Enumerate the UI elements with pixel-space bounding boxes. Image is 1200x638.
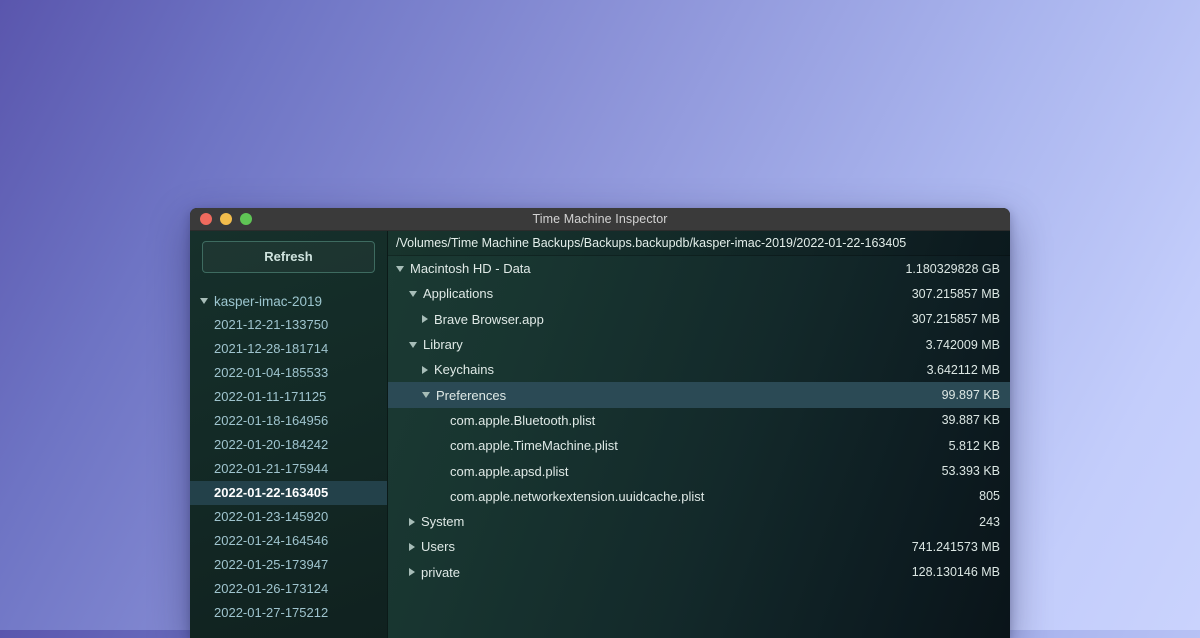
tree-row-label: Brave Browser.app xyxy=(434,311,544,327)
tree-row-label: Preferences xyxy=(436,387,507,403)
close-button[interactable] xyxy=(200,213,212,225)
tree-row-label: com.apple.apsd.plist xyxy=(450,463,569,479)
window-title: Time Machine Inspector xyxy=(532,212,668,226)
snapshot-item[interactable]: 2022-01-24-164546 xyxy=(190,529,387,553)
tree-row[interactable]: com.apple.apsd.plist 53.393 KB xyxy=(388,458,1010,483)
snapshot-item[interactable]: 2022-01-26-173124 xyxy=(190,577,387,601)
traffic-lights xyxy=(190,213,252,225)
chevron-down-icon[interactable] xyxy=(409,290,417,297)
tree-row-size: 128.130146 MB xyxy=(911,565,1000,580)
tree-row-size: 3.742009 MB xyxy=(925,337,1000,352)
tree-row[interactable]: com.apple.TimeMachine.plist 5.812 KB xyxy=(388,433,1010,458)
tree-row-label: Library xyxy=(423,337,463,353)
chevron-down-icon[interactable] xyxy=(409,341,417,348)
snapshot-item[interactable]: 2021-12-28-181714 xyxy=(190,337,387,361)
snapshot-item[interactable]: 2022-01-11-171125 xyxy=(190,385,387,409)
app-window: Time Machine Inspector Refresh kasper-im… xyxy=(190,208,1010,638)
snapshot-list: 2021-12-21-133750 2021-12-28-181714 2022-0… xyxy=(190,313,387,625)
tree-row-size: 307.215857 MB xyxy=(911,286,1000,301)
window-body: Refresh kasper-imac-2019 2021-12-21-1337… xyxy=(190,231,1010,638)
tree-row-name-cell: Macintosh HD - Data xyxy=(388,261,891,276)
tree-row-name-cell: com.apple.networkextension.uuidcache.pli… xyxy=(388,489,965,504)
snapshot-item[interactable]: 2022-01-20-184242 xyxy=(190,433,387,457)
tree-row-name-cell: private xyxy=(388,565,898,580)
sidebar-machine-label: kasper-imac-2019 xyxy=(214,293,323,309)
tree-row-name-cell: com.apple.apsd.plist xyxy=(388,464,928,479)
snapshot-item[interactable]: 2022-01-23-145920 xyxy=(190,505,387,529)
tree-row-size: 99.897 KB xyxy=(941,388,1000,403)
path-bar: /Volumes/Time Machine Backups/Backups.ba… xyxy=(388,231,1010,256)
chevron-down-icon[interactable] xyxy=(396,265,404,272)
tree-row-name-cell: Library xyxy=(388,337,912,352)
tree-row-label: Applications xyxy=(423,286,494,302)
minimize-button[interactable] xyxy=(220,213,232,225)
tree-row-label: Users xyxy=(421,539,455,555)
refresh-button[interactable]: Refresh xyxy=(202,241,375,273)
tree-row-size: 1.180329828 GB xyxy=(905,261,1000,276)
snapshot-item[interactable]: 2022-01-04-185533 xyxy=(190,361,387,385)
tree-row-label: System xyxy=(421,514,465,530)
snapshot-item[interactable]: 2022-01-21-175944 xyxy=(190,457,387,481)
tree-row-name-cell: com.apple.Bluetooth.plist xyxy=(388,413,928,428)
tree-row[interactable]: Preferences 99.897 KB xyxy=(388,382,1010,408)
chevron-right-icon[interactable] xyxy=(409,517,415,526)
tree-row[interactable]: com.apple.networkextension.uuidcache.pli… xyxy=(388,484,1010,509)
chevron-right-icon[interactable] xyxy=(409,542,415,551)
tree-row[interactable]: Library 3.742009 MB xyxy=(388,332,1010,357)
snapshot-item[interactable]: 2022-01-22-163405 xyxy=(190,481,387,505)
tree-row-name-cell: Users xyxy=(388,539,898,554)
tree-row[interactable]: Macintosh HD - Data 1.180329828 GB xyxy=(388,256,1010,281)
tree-row-name-cell: com.apple.TimeMachine.plist xyxy=(388,438,935,453)
chevron-down-icon[interactable] xyxy=(422,392,430,399)
tree-row-size: 243 xyxy=(979,514,1000,529)
tree-row-label: com.apple.networkextension.uuidcache.pli… xyxy=(450,488,705,504)
snapshot-item[interactable]: 2022-01-27-175212 xyxy=(190,601,387,625)
sidebar: Refresh kasper-imac-2019 2021-12-21-1337… xyxy=(190,231,388,638)
tree-row-size: 53.393 KB xyxy=(941,464,1000,479)
tree-row-size: 307.215857 MB xyxy=(911,312,1000,327)
tree-panel: /Volumes/Time Machine Backups/Backups.ba… xyxy=(388,231,1010,638)
tree-row-name-cell: System xyxy=(388,514,965,529)
tree-row-name-cell: Brave Browser.app xyxy=(388,312,898,327)
tree-row-label: com.apple.TimeMachine.plist xyxy=(450,438,618,454)
sidebar-machine-row[interactable]: kasper-imac-2019 xyxy=(190,289,387,313)
chevron-right-icon[interactable] xyxy=(422,315,428,324)
maximize-button[interactable] xyxy=(240,213,252,225)
tree-row[interactable]: Keychains 3.642112 MB xyxy=(388,357,1010,382)
tree-row-size: 805 xyxy=(979,489,1000,504)
tree-row[interactable]: System 243 xyxy=(388,509,1010,534)
tree-row-size: 3.642112 MB xyxy=(926,362,1000,377)
title-bar[interactable]: Time Machine Inspector xyxy=(190,208,1010,231)
snapshot-item[interactable]: 2022-01-18-164956 xyxy=(190,409,387,433)
file-tree: Macintosh HD - Data 1.180329828 GB Applica… xyxy=(388,256,1010,585)
chevron-down-icon[interactable] xyxy=(200,298,208,304)
tree-row-size: 741.241573 MB xyxy=(911,539,1000,554)
chevron-right-icon[interactable] xyxy=(422,365,428,374)
tree-row-name-cell: Preferences xyxy=(388,388,928,403)
tree-row-label: com.apple.Bluetooth.plist xyxy=(450,412,596,428)
snapshot-item[interactable]: 2021-12-21-133750 xyxy=(190,313,387,337)
tree-row-label: private xyxy=(421,564,461,580)
tree-row-name-cell: Applications xyxy=(388,286,898,301)
tree-row[interactable]: com.apple.Bluetooth.plist 39.887 KB xyxy=(388,408,1010,433)
snapshot-item[interactable]: 2022-01-25-173947 xyxy=(190,553,387,577)
tree-row[interactable]: private 128.130146 MB xyxy=(388,560,1010,585)
tree-row-label: Macintosh HD - Data xyxy=(410,261,531,277)
tree-row[interactable]: Applications 307.215857 MB xyxy=(388,281,1010,306)
tree-row-name-cell: Keychains xyxy=(388,362,913,377)
tree-row-size: 39.887 KB xyxy=(941,413,1000,428)
tree-row-label: Keychains xyxy=(434,362,494,378)
chevron-right-icon[interactable] xyxy=(409,568,415,577)
tree-row-size: 5.812 KB xyxy=(948,438,1000,453)
tree-row[interactable]: Brave Browser.app 307.215857 MB xyxy=(388,307,1010,332)
tree-row[interactable]: Users 741.241573 MB xyxy=(388,534,1010,559)
